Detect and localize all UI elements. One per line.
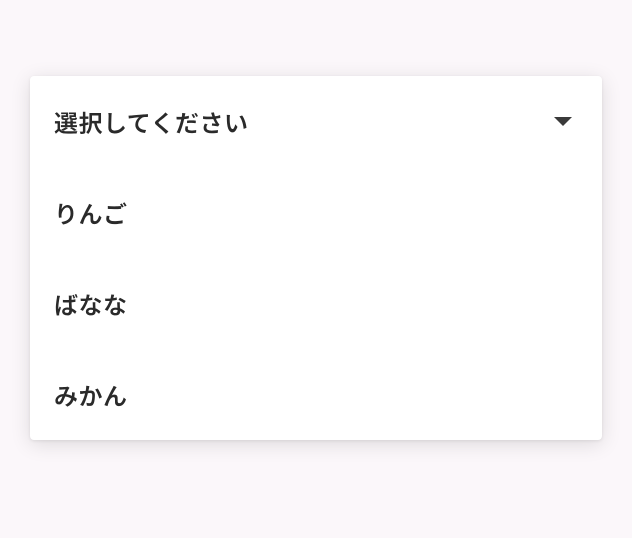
dropdown-placeholder: 選択してください [54, 104, 249, 139]
dropdown-header[interactable]: 選択してください [30, 76, 602, 167]
dropdown-option-1[interactable]: ばなな [30, 258, 602, 349]
dropdown[interactable]: 選択してください りんご ばなな みかん [30, 76, 602, 440]
dropdown-options-list: りんご ばなな みかん [30, 167, 602, 440]
chevron-down-icon [554, 117, 572, 126]
dropdown-option-0[interactable]: りんご [30, 167, 602, 258]
dropdown-option-2[interactable]: みかん [30, 349, 602, 440]
